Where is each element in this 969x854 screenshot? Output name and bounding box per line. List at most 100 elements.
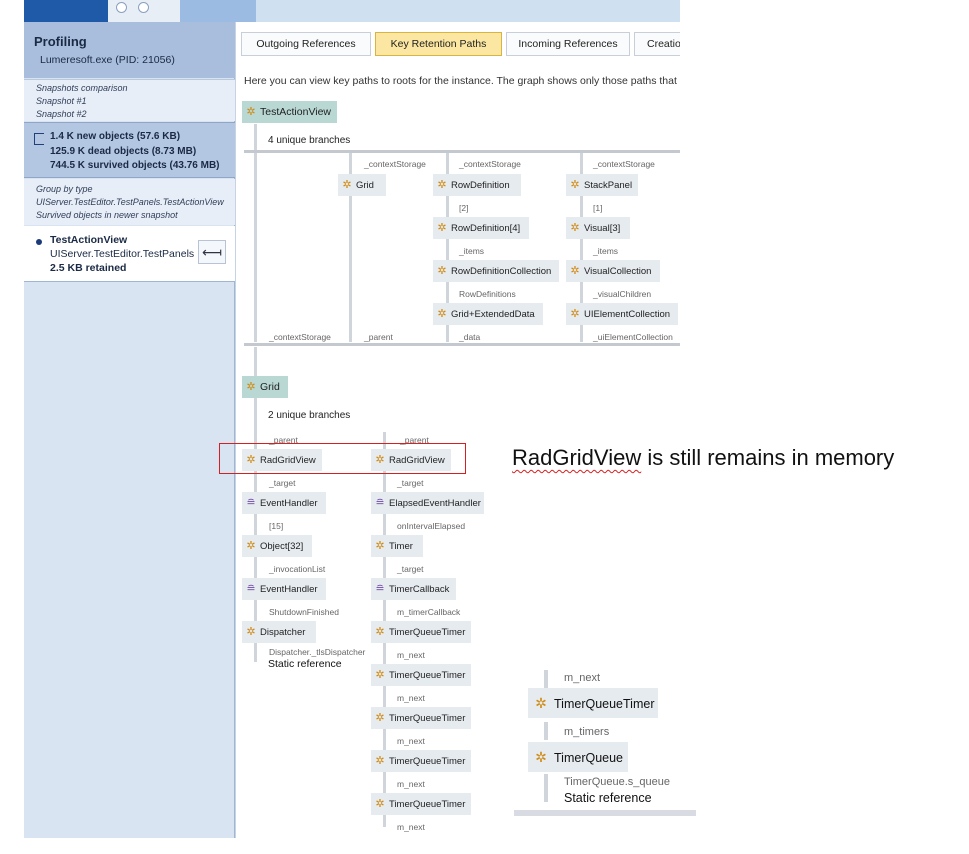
tab-key-retention-paths[interactable]: Key Retention Paths [375, 32, 502, 56]
edge-label: Dispatcher._tlsDispatcher [269, 647, 366, 657]
tab-incoming-references[interactable]: Incoming References [506, 32, 630, 56]
graph-node-stackpanel[interactable]: ✲ StackPanel [566, 174, 638, 196]
snapshot-comparison[interactable]: Snapshots comparison Snapshot #1 Snapsho… [24, 79, 235, 121]
process-name: Lumeresoft.exe (PID: 21056) [40, 54, 175, 66]
node-label: TimerQueueTimer [389, 713, 466, 724]
graph-node-timerqueuetimer[interactable]: ✲ TimerQueueTimer [371, 664, 471, 686]
toolbar-tab[interactable] [180, 0, 256, 22]
graph-node-eventhandler[interactable]: ≘ EventHandler [242, 578, 326, 600]
graph-node-grid-root[interactable]: ✲ Grid [242, 376, 288, 398]
node-label: TimerQueueTimer [389, 670, 466, 681]
node-label: TestActionView [260, 106, 332, 118]
graph-node-timerqueuetimer[interactable]: ✲ TimerQueueTimer [528, 688, 658, 718]
selected-instance[interactable]: TestActionView UIServer.TestEditor.TestP… [24, 226, 235, 282]
tab-outgoing-references[interactable]: Outgoing References [241, 32, 371, 56]
toolbar-icon[interactable] [138, 2, 149, 13]
objects-stats[interactable]: 1.4 K new objects (57.6 KB) 125.9 K dead… [24, 122, 235, 178]
graph-node-visualcollection[interactable]: ✲ VisualCollection [566, 260, 660, 282]
edge-label: m_next [564, 672, 601, 684]
node-label: Dispatcher [260, 627, 306, 638]
instance-retained: 2.5 KB retained [50, 262, 127, 274]
branch-count: 4 unique branches [268, 135, 351, 146]
graph-node-rowdefinition-array[interactable]: ✲ RowDefinition[4] [433, 217, 529, 239]
node-label: TimerQueueTimer [389, 756, 466, 767]
graph-node-visual-array[interactable]: ✲ Visual[3] [566, 217, 630, 239]
edge-label: onIntervalElapsed [397, 521, 466, 531]
array-icon: ✲ [246, 540, 256, 552]
instance-name: TestActionView [50, 234, 128, 246]
graph-node-grid-extendeddata[interactable]: ✲ Grid+ExtendedData [433, 303, 543, 325]
graph-node-rowdefinitioncollection[interactable]: ✲ RowDefinitionCollection [433, 260, 559, 282]
node-label: Grid [356, 180, 374, 191]
edge-label: m_timers [564, 726, 610, 738]
node-label: TimerQueue [554, 751, 624, 765]
graph-node-testactionview[interactable]: ✲ TestActionView [242, 101, 337, 123]
graph-node-timerqueuetimer[interactable]: ✲ TimerQueueTimer [371, 793, 471, 815]
graph-node-elapsedeventhandler[interactable]: ≘ ElapsedEventHandler [371, 492, 484, 514]
node-label: Grid [260, 381, 280, 393]
graph-node-timerqueuetimer[interactable]: ✲ TimerQueueTimer [371, 621, 471, 643]
connector [254, 124, 257, 342]
edge-label: [15] [269, 521, 284, 531]
connector [544, 722, 548, 740]
node-label: StackPanel [584, 180, 633, 191]
graph-node-timerqueuetimer[interactable]: ✲ TimerQueueTimer [371, 707, 471, 729]
node-label: Visual[3] [584, 223, 621, 234]
graph-node-uielementcollection[interactable]: ✲ UIElementCollection [566, 303, 678, 325]
graph-node-timerqueue[interactable]: ✲ TimerQueue [528, 742, 628, 772]
tab-creation[interactable]: Creatio [634, 32, 680, 56]
class-icon: ✲ [375, 755, 385, 767]
highlight-box [219, 443, 466, 474]
node-label: TimerQueueTimer [554, 697, 655, 711]
graph-node-timercallback[interactable]: ≘ TimerCallback [371, 578, 456, 600]
class-icon: ✲ [570, 179, 580, 191]
node-label: TimerQueueTimer [389, 799, 466, 810]
delegate-icon: ≘ [375, 497, 385, 509]
class-icon: ✲ [535, 749, 547, 765]
edge-label: m_next [397, 650, 425, 660]
graph-node-timer[interactable]: ✲ Timer [371, 535, 423, 557]
edge-label: _items [593, 246, 619, 256]
node-label: RowDefinition [451, 180, 510, 191]
node-label: EventHandler [260, 498, 318, 509]
graph-node-timerqueuetimer[interactable]: ✲ TimerQueueTimer [371, 750, 471, 772]
connector [254, 347, 257, 377]
class-icon: ✲ [375, 626, 385, 638]
graph-node-eventhandler[interactable]: ≘ EventHandler [242, 492, 326, 514]
class-icon: ✲ [437, 179, 447, 191]
profiling-title: Profiling [34, 34, 87, 49]
graph-node-grid[interactable]: ✲ Grid [338, 174, 386, 196]
graph-node-dispatcher[interactable]: ✲ Dispatcher [242, 621, 316, 643]
static-reference: Static reference [268, 658, 342, 670]
share-button[interactable]: ⟻ [198, 240, 226, 264]
node-label: UIElementCollection [584, 309, 671, 320]
class-icon: ✲ [375, 669, 385, 681]
class-icon: ✲ [246, 626, 256, 638]
edge-label: ShutdownFinished [269, 607, 339, 617]
comparison-label: Snapshots comparison [36, 83, 128, 93]
toolbar-tab[interactable] [108, 0, 180, 22]
graph-node-rowdefinition[interactable]: ✲ RowDefinition [433, 174, 521, 196]
group-by-type[interactable]: Group by type UIServer.TestEditor.TestPa… [24, 179, 235, 225]
node-label: ElapsedEventHandler [389, 498, 481, 509]
new-objects: 1.4 K new objects (57.6 KB) [50, 131, 181, 142]
edge-label: _contextStorage [593, 159, 655, 169]
edge-label: m_next [397, 736, 425, 746]
class-icon: ✲ [246, 381, 256, 393]
bullet-icon [36, 239, 42, 245]
edge-label: TimerQueue.s_queue [564, 776, 670, 788]
edge-label: _parent [364, 332, 393, 342]
toolbar-tab-active[interactable] [24, 0, 108, 22]
delegate-icon: ≘ [246, 583, 256, 595]
delegate-icon: ≘ [246, 497, 256, 509]
class-icon: ✲ [535, 695, 547, 711]
node-label: EventHandler [260, 584, 318, 595]
snapshot-1-label: Snapshot #1 [36, 96, 87, 106]
toolbar-icon[interactable] [116, 2, 127, 13]
node-label: TimerQueueTimer [389, 627, 466, 638]
node-label: RowDefinitionCollection [451, 266, 552, 277]
share-icon: ⟻ [201, 244, 223, 260]
annotation-rest: is still remains in memory [641, 445, 895, 470]
graph-node-object-array[interactable]: ✲ Object[32] [242, 535, 312, 557]
edge-label: RowDefinitions [459, 289, 516, 299]
